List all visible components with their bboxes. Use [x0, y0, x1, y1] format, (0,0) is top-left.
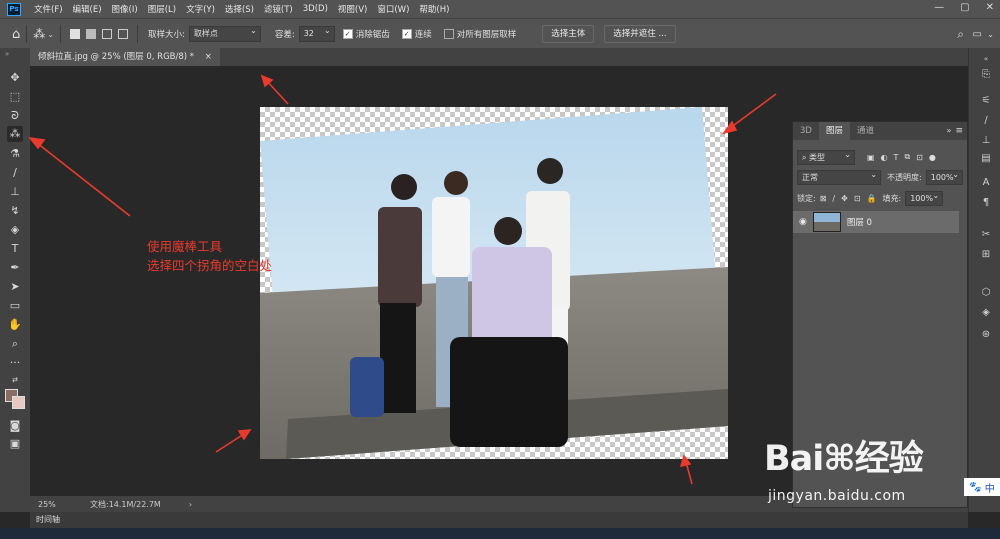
- filter-type-label: 类型: [809, 152, 826, 162]
- panel-collapse-icon[interactable]: »: [947, 122, 952, 140]
- zoom-level[interactable]: 25%: [38, 500, 74, 509]
- lock-label: 锁定:: [797, 193, 816, 203]
- lock-artboard-icon[interactable]: ⊡: [854, 194, 861, 203]
- layer-filter-select[interactable]: ⌕ 类型: [797, 148, 855, 165]
- search-icon: ⌕: [802, 152, 810, 162]
- 3d-icon[interactable]: ⬡: [979, 286, 993, 300]
- baidu-jingyan-logo: Bai⌘经验: [764, 439, 924, 479]
- smart-object-filter-icon[interactable]: ⊡: [916, 153, 923, 162]
- blend-mode-select[interactable]: 正常: [797, 168, 882, 185]
- visibility-eye-icon[interactable]: ◉: [799, 217, 807, 227]
- lock-fill-row: 锁定: ⊠ ∕ ✥ ⊡ 🔒 填充: 100%: [797, 189, 963, 206]
- paragraph-styles-icon[interactable]: ▤: [979, 152, 993, 166]
- tab-channels[interactable]: 通道: [850, 122, 881, 140]
- filter-toggle-icon[interactable]: ●: [929, 153, 936, 162]
- brush-settings-icon[interactable]: ⚟: [979, 94, 993, 108]
- pixel-filter-icon[interactable]: ▣: [867, 153, 875, 162]
- lock-image-icon[interactable]: ∕: [832, 194, 835, 203]
- watermark-url: jingyan.baidu.com: [768, 488, 906, 504]
- collapse-panels-icon[interactable]: «: [979, 52, 993, 66]
- fill-label: 填充:: [882, 193, 902, 203]
- clone-source-icon[interactable]: ⊥: [979, 134, 993, 148]
- shape-filter-icon[interactable]: ⧉: [904, 152, 910, 162]
- character-icon[interactable]: A: [979, 176, 993, 190]
- blend-opacity-row: 正常 不透明度: 100%: [797, 168, 963, 185]
- layers-icon[interactable]: ◈: [979, 306, 993, 320]
- baidu-watermark: Bai⌘经验 jingyan.baidu.com: [764, 428, 964, 518]
- annotation-line-1: 使用魔棒工具: [147, 239, 223, 254]
- os-taskbar: [0, 528, 1000, 539]
- layer-thumbnail: [812, 212, 841, 232]
- channels-icon[interactable]: ⊛: [979, 328, 993, 342]
- annotation-text: 使用魔棒工具 选择四个拐角的空白处: [147, 237, 272, 275]
- panel-menu-icon[interactable]: ≡: [955, 122, 963, 140]
- tab-3d[interactable]: 3D: [793, 122, 819, 140]
- layers-panel-tabs: 3D 图层 通道 » ≡: [793, 122, 967, 140]
- fill-input[interactable]: 100%: [905, 189, 944, 206]
- lock-position-icon[interactable]: ✥: [841, 194, 848, 203]
- ime-language-label: 中: [984, 483, 995, 495]
- tab-layers[interactable]: 图层: [818, 122, 850, 140]
- brushes-icon[interactable]: ∕: [979, 114, 993, 128]
- annotation-line-2: 选择四个拐角的空白处: [147, 258, 273, 273]
- paw-icon: 🐾: [969, 481, 982, 493]
- lock-all-icon[interactable]: 🔒: [867, 194, 877, 203]
- ime-indicator[interactable]: 🐾 中: [964, 478, 1000, 496]
- adjustment-filter-icon[interactable]: ◐: [881, 153, 888, 162]
- document-size: 文档:14.1M/22.7M: [90, 499, 161, 509]
- type-filter-icon[interactable]: T: [894, 153, 899, 162]
- properties-icon[interactable]: ⊞: [979, 248, 993, 262]
- opacity-input[interactable]: 100%: [925, 168, 963, 185]
- right-panel-strip: « ⎘ ⚟ ∕ ⊥ ▤ A ¶ ✂ ⊞ ⬡ ◈ ⊛: [968, 48, 1000, 512]
- paragraph-icon[interactable]: ¶: [979, 196, 993, 210]
- layer-name[interactable]: 图层 0: [847, 216, 872, 228]
- status-menu-arrow[interactable]: ›: [189, 500, 192, 509]
- opacity-label: 不透明度:: [887, 172, 922, 182]
- lock-transparent-icon[interactable]: ⊠: [820, 194, 827, 203]
- layer-row[interactable]: ◉ 图层 0: [793, 211, 959, 233]
- history-icon[interactable]: ⎘: [979, 68, 993, 82]
- tools-presets-icon[interactable]: ✂: [979, 228, 993, 242]
- layer-filter-row: ⌕ 类型 ▣ ◐ T ⧉ ⊡ ●: [797, 148, 963, 165]
